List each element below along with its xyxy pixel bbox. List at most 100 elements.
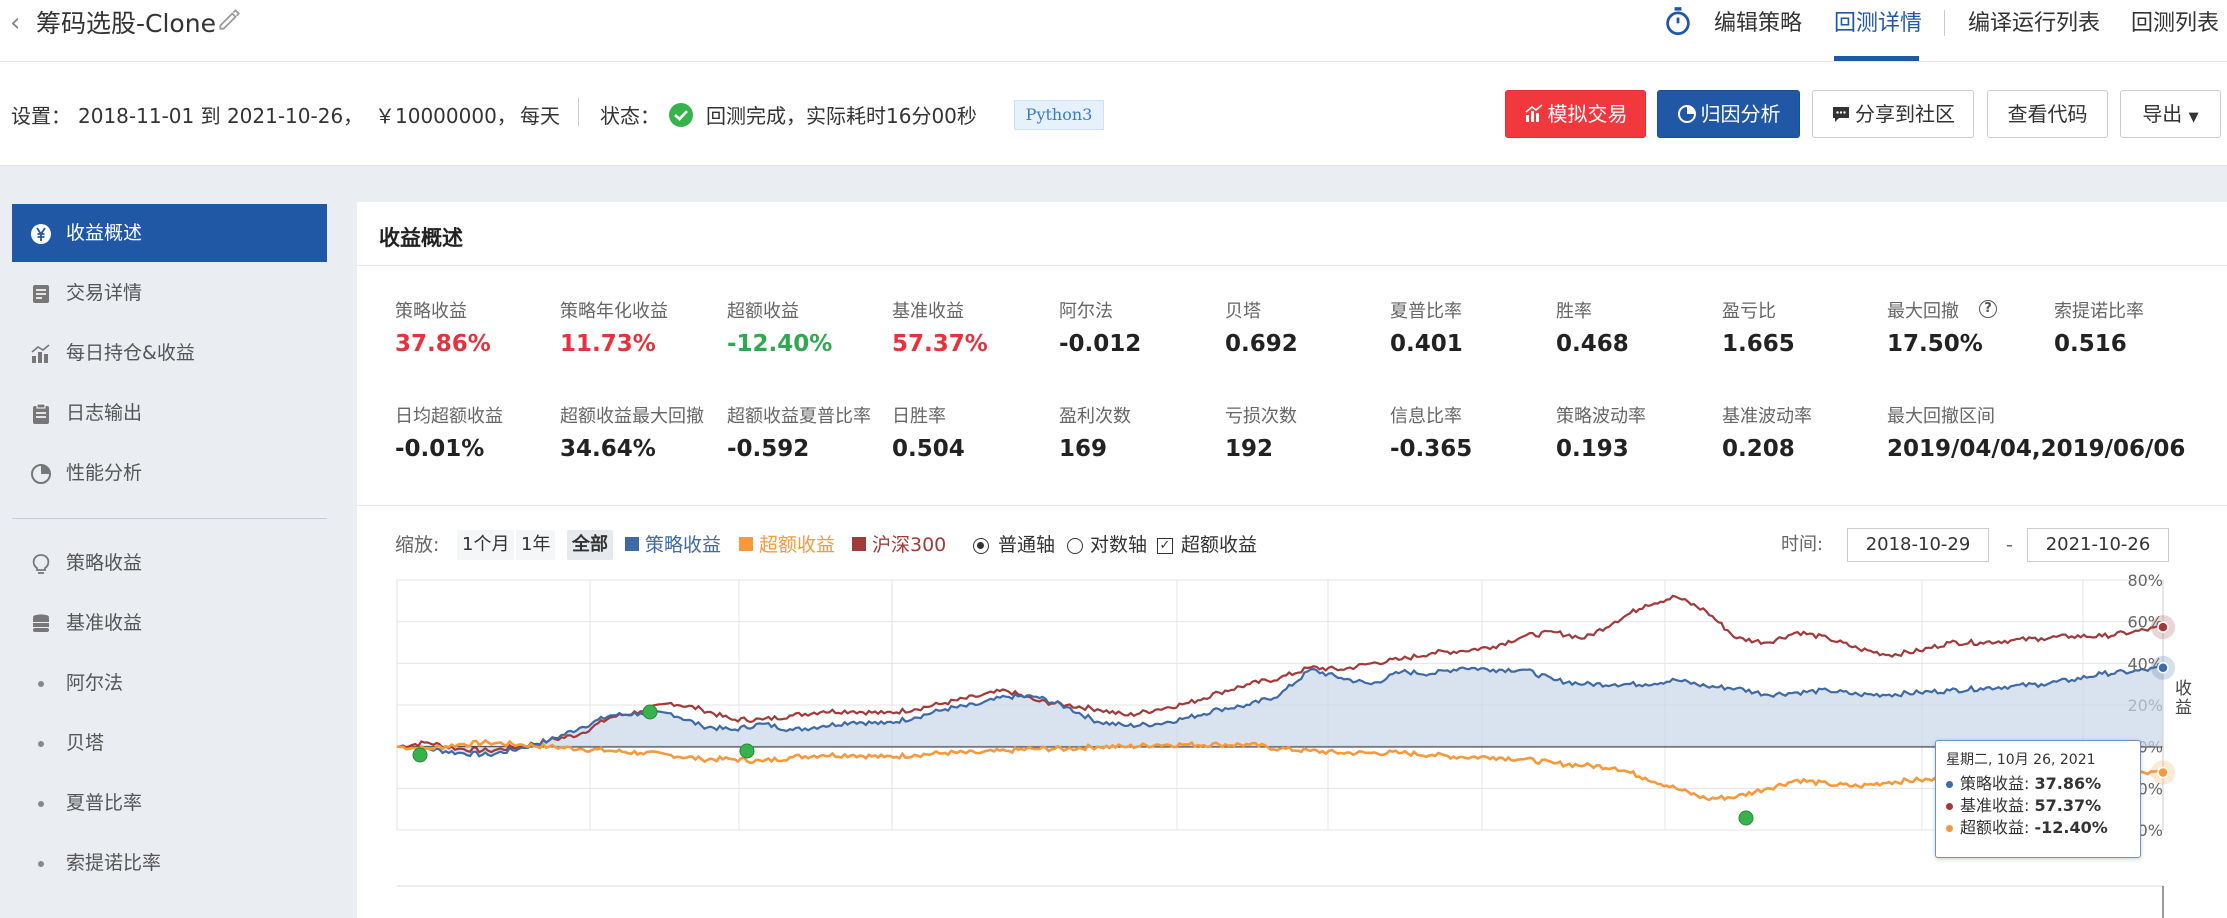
check-circle-icon (669, 103, 693, 127)
nav-compile-list[interactable]: 编译运行列表 (1968, 5, 2100, 37)
sidebar-item-alpha[interactable]: 阿尔法 (12, 654, 327, 712)
language-badge: Python3 (1014, 100, 1104, 130)
sidebar-item-trades[interactable]: 交易详情 (12, 264, 327, 322)
sidebar-item-label: 每日持仓&收益 (66, 342, 195, 364)
legend-swatch-hs300 (852, 537, 866, 551)
sidebar-item-overview[interactable]: 收益概述 (12, 204, 327, 262)
metric-value: 0.468 (1556, 331, 1629, 357)
view-code-button[interactable]: 查看代码 (1987, 90, 2108, 138)
metric-label: 盈亏比 (1722, 301, 1776, 322)
zoom-1y-button[interactable]: 1年 (516, 530, 556, 560)
metric-label: 信息比率 (1390, 406, 1462, 427)
divider (578, 98, 579, 126)
tooltip-row-excess: 超额收益: -12.40% (1946, 817, 2130, 839)
metric-value: 0.692 (1225, 331, 1298, 357)
sidebar-item-logs[interactable]: 日志输出 (12, 384, 327, 442)
legend-excess[interactable]: 超额收益 (759, 530, 835, 560)
attribution-label: 归因分析 (1700, 102, 1781, 126)
tooltip-value: -12.40% (2034, 818, 2108, 837)
sidebar-item-label: 策略收益 (66, 552, 143, 574)
metric-value: 11.73% (560, 331, 656, 357)
axis-log-radio[interactable] (1067, 538, 1083, 554)
metric-label: 基准波动率 (1722, 406, 1812, 427)
bar-chart-icon (31, 344, 50, 363)
legend-hs300[interactable]: 沪深300 (872, 530, 946, 560)
share-button[interactable]: 分享到社区 (1812, 90, 1974, 138)
metric-label: 日均超额收益 (395, 406, 503, 427)
tooltip-value: 37.86% (2034, 774, 2102, 793)
metric-label: 最大回撤区间 (1887, 406, 1995, 427)
metric-value: -0.592 (727, 436, 810, 462)
metric-label: 策略收益 (395, 301, 467, 322)
metric-value: 34.64% (560, 436, 656, 462)
metric-label: 盈利次数 (1059, 406, 1131, 427)
divider (357, 505, 2227, 506)
axis-normal-radio[interactable] (973, 538, 989, 554)
metric-value: 0.208 (1722, 436, 1795, 462)
sidebar-item-label: 性能分析 (66, 462, 143, 484)
sidebar-item-strategy-return[interactable]: 策略收益 (12, 534, 327, 592)
metric-label: 超额收益最大回撤 (560, 406, 704, 427)
metric-value: 17.50% (1887, 331, 1983, 357)
sim-trade-button[interactable]: 模拟交易 (1505, 90, 1646, 138)
metric-label: 贝塔 (1225, 301, 1261, 322)
legend-strategy[interactable]: 策略收益 (645, 530, 721, 560)
nav-backtest-list[interactable]: 回测列表 (2131, 5, 2219, 37)
axis-log-label: 对数轴 (1090, 534, 1148, 556)
zoom-1m-button[interactable]: 1个月 (457, 530, 515, 560)
strategy-title: 筹码选股-Clone (36, 9, 216, 38)
sidebar-item-sharpe[interactable]: 夏普比率 (12, 774, 327, 832)
side-axis-label: 收益 (2175, 679, 2192, 718)
metric-value: 1.665 (1722, 331, 1795, 357)
panel-header: 收益概述 (357, 202, 2227, 266)
bullet-icon (38, 741, 44, 747)
metric-value: -0.365 (1390, 436, 1473, 462)
excess-checkbox[interactable]: ✓ (1157, 538, 1173, 554)
time-label: 时间: (1781, 534, 1824, 555)
metric-label: 亏损次数 (1225, 406, 1297, 427)
metric-label: 阿尔法 (1059, 301, 1113, 322)
chevron-left-icon[interactable]: ‹ (10, 8, 20, 38)
sidebar-item-beta[interactable]: 贝塔 (12, 714, 327, 772)
metric-label: 超额收益夏普比率 (727, 406, 871, 427)
chat-icon (1833, 107, 1849, 122)
status-label: 状态： (600, 104, 660, 128)
nav-backtest-detail[interactable]: 回测详情 (1834, 5, 1922, 37)
bullet-icon (38, 801, 44, 807)
sidebar-item-performance[interactable]: 性能分析 (12, 444, 327, 502)
sidebar-item-label: 交易详情 (66, 282, 143, 304)
document-icon (33, 285, 49, 303)
tooltip-date: 星期二, 10月 26, 2021 (1946, 752, 2096, 768)
metric-value: 169 (1059, 436, 1108, 462)
attribution-button[interactable]: 归因分析 (1657, 90, 1800, 138)
settings-bar: 设置： 2018-11-01 到 2021-10-26， ￥10000000， … (0, 62, 2227, 166)
zoom-all-button[interactable]: 全部 (567, 530, 613, 560)
sidebar-item-sortino[interactable]: 索提诺比率 (12, 834, 327, 892)
export-button[interactable]: 导出 ▼ (2120, 90, 2221, 138)
panel-title: 收益概述 (379, 226, 463, 250)
metric-value: -0.01% (395, 436, 485, 462)
pencil-icon[interactable] (216, 6, 242, 32)
metric-label: 策略波动率 (1556, 406, 1646, 427)
metric-label: 最大回撤 (1887, 301, 1959, 322)
nav-divider (1944, 10, 1945, 36)
sidebar-item-daily-positions[interactable]: 每日持仓&收益 (12, 324, 327, 382)
help-icon[interactable]: ? (1979, 300, 1997, 318)
tooltip-label: 超额收益: (1960, 818, 2030, 837)
metric-value: 0.516 (2054, 331, 2127, 357)
metric-label: 索提诺比率 (2054, 301, 2144, 322)
sidebar-item-label: 收益概述 (66, 222, 143, 244)
date-to-input[interactable]: 2021-10-26 (2027, 528, 2169, 562)
date-from-input[interactable]: 2018-10-29 (1847, 528, 1989, 562)
date-range: 2018-11-01 到 2021-10-26， (78, 104, 364, 128)
status-text: 回测完成，实际耗时16分00秒 (706, 104, 977, 128)
sidebar-item-label: 阿尔法 (66, 672, 124, 694)
legend-swatch-strategy (625, 537, 639, 551)
bullet-icon (38, 861, 44, 867)
nav-edit-strategy[interactable]: 编辑策略 (1714, 5, 1802, 37)
sidebar-item-benchmark-return[interactable]: 基准收益 (12, 594, 327, 652)
metric-label: 基准收益 (892, 301, 964, 322)
caret-down-icon: ▼ (2188, 110, 2199, 125)
metric-label: 胜率 (1556, 301, 1592, 322)
metric-label: 策略年化收益 (560, 301, 668, 322)
